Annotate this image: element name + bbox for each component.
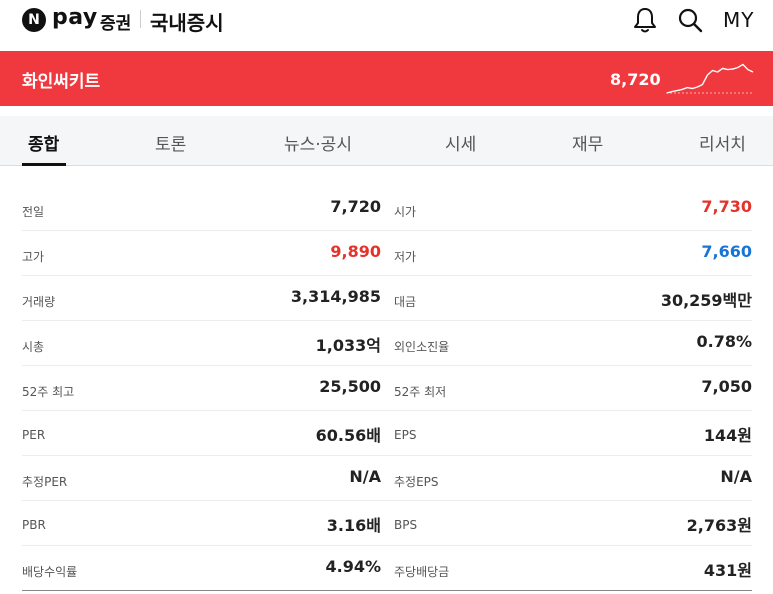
tab-discussion[interactable]: 토론 bbox=[155, 130, 186, 155]
my-menu-button[interactable]: MY bbox=[723, 8, 754, 32]
row-left-label: 거래량 bbox=[22, 295, 56, 309]
row-right-value: 0.78% bbox=[696, 332, 752, 351]
row-left-value: 3.16배 bbox=[326, 516, 381, 535]
securities-logo-text[interactable]: 증권 bbox=[100, 9, 131, 34]
table-row: 배당수익률 4.94% 주당배당금 431원 bbox=[22, 546, 752, 591]
stock-price: 8,720 bbox=[610, 70, 661, 89]
row-left-label: 전일 bbox=[22, 205, 45, 219]
tab-summary[interactable]: 종합 bbox=[28, 130, 59, 155]
row-right-label: 52주 최저 bbox=[394, 385, 447, 399]
table-row: 거래량 3,314,985 대금 30,259백만 bbox=[22, 276, 752, 321]
top-bar: N pay 증권 국내증시 MY bbox=[0, 0, 773, 50]
row-left-value: 1,033억 bbox=[315, 336, 381, 355]
market-title[interactable]: 국내증시 bbox=[150, 7, 224, 36]
table-row: 고가 9,890 저가 7,660 bbox=[22, 231, 752, 276]
stock-sparkline bbox=[666, 63, 754, 94]
row-left-label: 시총 bbox=[22, 340, 45, 354]
row-left-label: 52주 최고 bbox=[22, 385, 75, 399]
row-left-label: 배당수익률 bbox=[22, 565, 78, 579]
logo-divider bbox=[140, 10, 141, 28]
active-tab-underline bbox=[22, 163, 66, 166]
row-right-label: 시가 bbox=[394, 205, 417, 219]
row-right-value: 144원 bbox=[703, 426, 752, 445]
table-row: 전일 7,720 시가 7,730 bbox=[22, 186, 752, 231]
row-left-value: 25,500 bbox=[319, 377, 381, 396]
row-left-label: PER bbox=[22, 428, 46, 442]
row-right-label: 추정EPS bbox=[394, 475, 439, 489]
search-icon[interactable] bbox=[676, 6, 704, 34]
tab-news[interactable]: 뉴스·공시 bbox=[284, 130, 352, 155]
row-right-value: 30,259백만 bbox=[660, 291, 752, 310]
row-left-value: 60.56배 bbox=[315, 426, 381, 445]
row-left-label: PBR bbox=[22, 518, 46, 532]
tab-research[interactable]: 리서치 bbox=[699, 130, 746, 155]
row-right-label: EPS bbox=[394, 428, 417, 442]
row-left-value: 4.94% bbox=[325, 557, 381, 576]
row-right-value: 7,730 bbox=[701, 197, 752, 216]
row-right-value: N/A bbox=[720, 467, 752, 486]
tab-price[interactable]: 시세 bbox=[445, 130, 476, 155]
stock-banner[interactable]: 화인써키트 8,720 bbox=[0, 51, 773, 106]
table-row: PER 60.56배 EPS 144원 bbox=[22, 411, 752, 456]
sparkline-series bbox=[666, 63, 754, 94]
table-row: 52주 최고 25,500 52주 최저 7,050 bbox=[22, 366, 752, 411]
row-right-value: 431원 bbox=[703, 561, 752, 580]
row-right-label: BPS bbox=[394, 518, 418, 532]
row-left-value: 9,890 bbox=[330, 242, 381, 261]
row-left-value: 7,720 bbox=[330, 197, 381, 216]
table-row: 추정PER N/A 추정EPS N/A bbox=[22, 456, 752, 501]
stock-name: 화인써키트 bbox=[22, 72, 101, 92]
npay-logo-text[interactable]: pay bbox=[52, 5, 98, 30]
table-row: PBR 3.16배 BPS 2,763원 bbox=[22, 501, 752, 546]
row-left-label: 추정PER bbox=[22, 475, 68, 489]
row-left-label: 고가 bbox=[22, 250, 45, 264]
bell-icon[interactable] bbox=[632, 6, 658, 34]
row-right-label: 외인소진율 bbox=[394, 340, 450, 354]
row-right-value: 2,763원 bbox=[686, 516, 752, 535]
row-right-value: 7,050 bbox=[701, 377, 752, 396]
npay-logo-icon[interactable]: N bbox=[22, 8, 46, 32]
row-left-value: N/A bbox=[349, 467, 381, 486]
row-right-label: 저가 bbox=[394, 250, 417, 264]
tab-financials[interactable]: 재무 bbox=[572, 130, 603, 155]
row-right-label: 대금 bbox=[394, 295, 417, 309]
tab-bar: 종합 토론 뉴스·공시 시세 재무 리서치 bbox=[0, 116, 773, 166]
row-right-value: 7,660 bbox=[701, 242, 752, 261]
row-right-label: 주당배당금 bbox=[394, 565, 450, 579]
table-row: 시총 1,033억 외인소진율 0.78% bbox=[22, 321, 752, 366]
row-left-value: 3,314,985 bbox=[290, 287, 381, 306]
